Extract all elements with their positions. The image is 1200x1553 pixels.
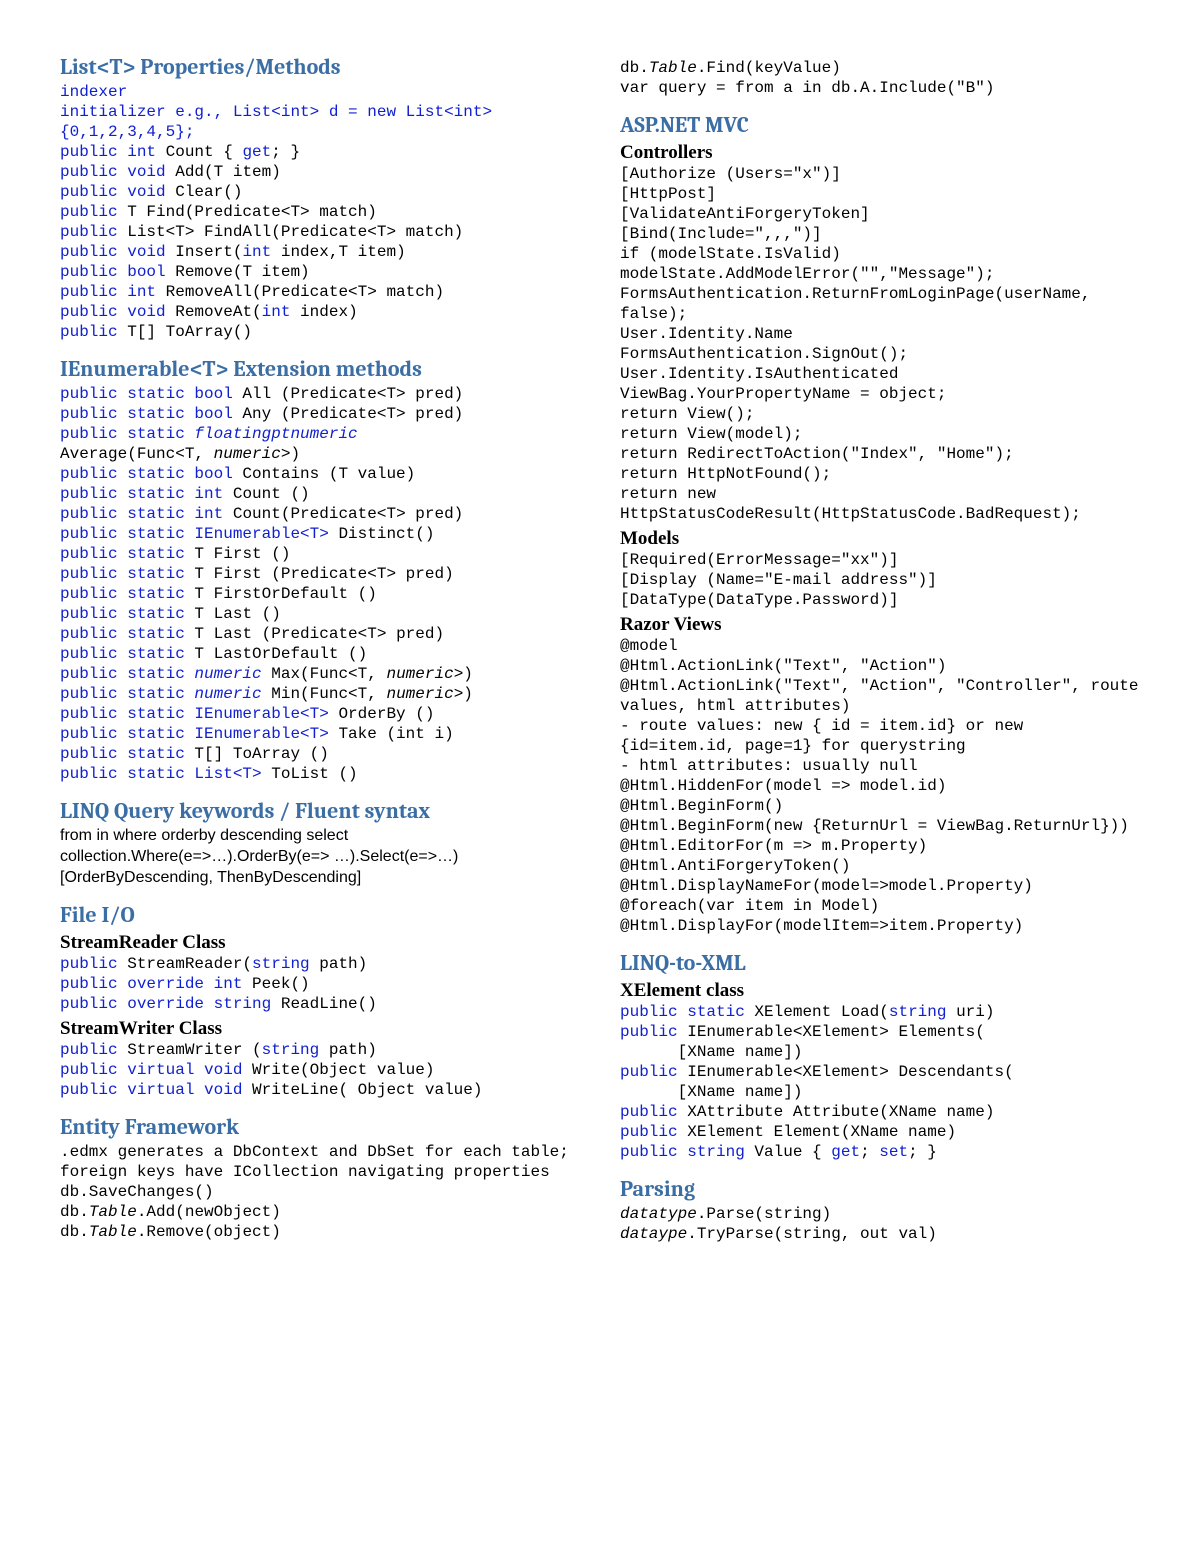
streamreader-code: public StreamReader(string path) public …	[60, 954, 580, 1014]
heading-xelement: XElement class	[620, 980, 1140, 1002]
heading-linq-to-xml: LINQ-to-XML	[620, 950, 1140, 976]
streamwriter-code: public StreamWriter (string path) public…	[60, 1040, 580, 1100]
heading-parsing: Parsing	[620, 1176, 1140, 1202]
: Razor Views	[620, 614, 1140, 636]
razor-code: @model @Html.ActionLink("Text", "Action"…	[620, 636, 1140, 936]
heading-linq-query: LINQ Query keywords / Fluent syntax	[60, 798, 580, 824]
heading-streamwriter: StreamWriter Class	[60, 1018, 580, 1040]
ienumerable-code: public static bool All (Predicate<T> pre…	[60, 384, 580, 784]
entity-framework-code: .edmx generates a DbContext and DbSet fo…	[60, 1142, 580, 1242]
heading-streamreader: StreamReader Class	[60, 932, 580, 954]
parsing-code: datatype.Parse(string) dataype.TryParse(…	[620, 1204, 1140, 1244]
left-column: List<T> Properties/Methods indexer initi…	[60, 40, 580, 1244]
heading-models: Models	[620, 528, 1140, 550]
entity-framework-cont: db.Table.Find(keyValue) var query = from…	[620, 58, 1140, 98]
heading-entity-framework: Entity Framework	[60, 1114, 580, 1140]
heading-ienumerable: IEnumerable<T> Extension methods	[60, 356, 580, 382]
heading-controllers: Controllers	[620, 142, 1140, 164]
models-code: [Required(ErrorMessage="xx")] [Display (…	[620, 550, 1140, 610]
two-column-layout: List<T> Properties/Methods indexer initi…	[60, 40, 1140, 1244]
controllers-code: [Authorize (Users="x")] [HttpPost] [Vali…	[620, 164, 1140, 524]
heading-aspnet-mvc: ASP.NET MVC	[620, 112, 1140, 138]
heading-list-t: List<T> Properties/Methods	[60, 54, 580, 80]
heading-file-io: File I/O	[60, 902, 580, 928]
linq-query-text: from in where orderby descending select …	[60, 826, 580, 888]
xelement-code: public static XElement Load(string uri) …	[620, 1002, 1140, 1162]
right-column: db.Table.Find(keyValue) var query = from…	[620, 40, 1140, 1244]
list-t-code: indexer initializer e.g., List<int> d = …	[60, 82, 580, 342]
